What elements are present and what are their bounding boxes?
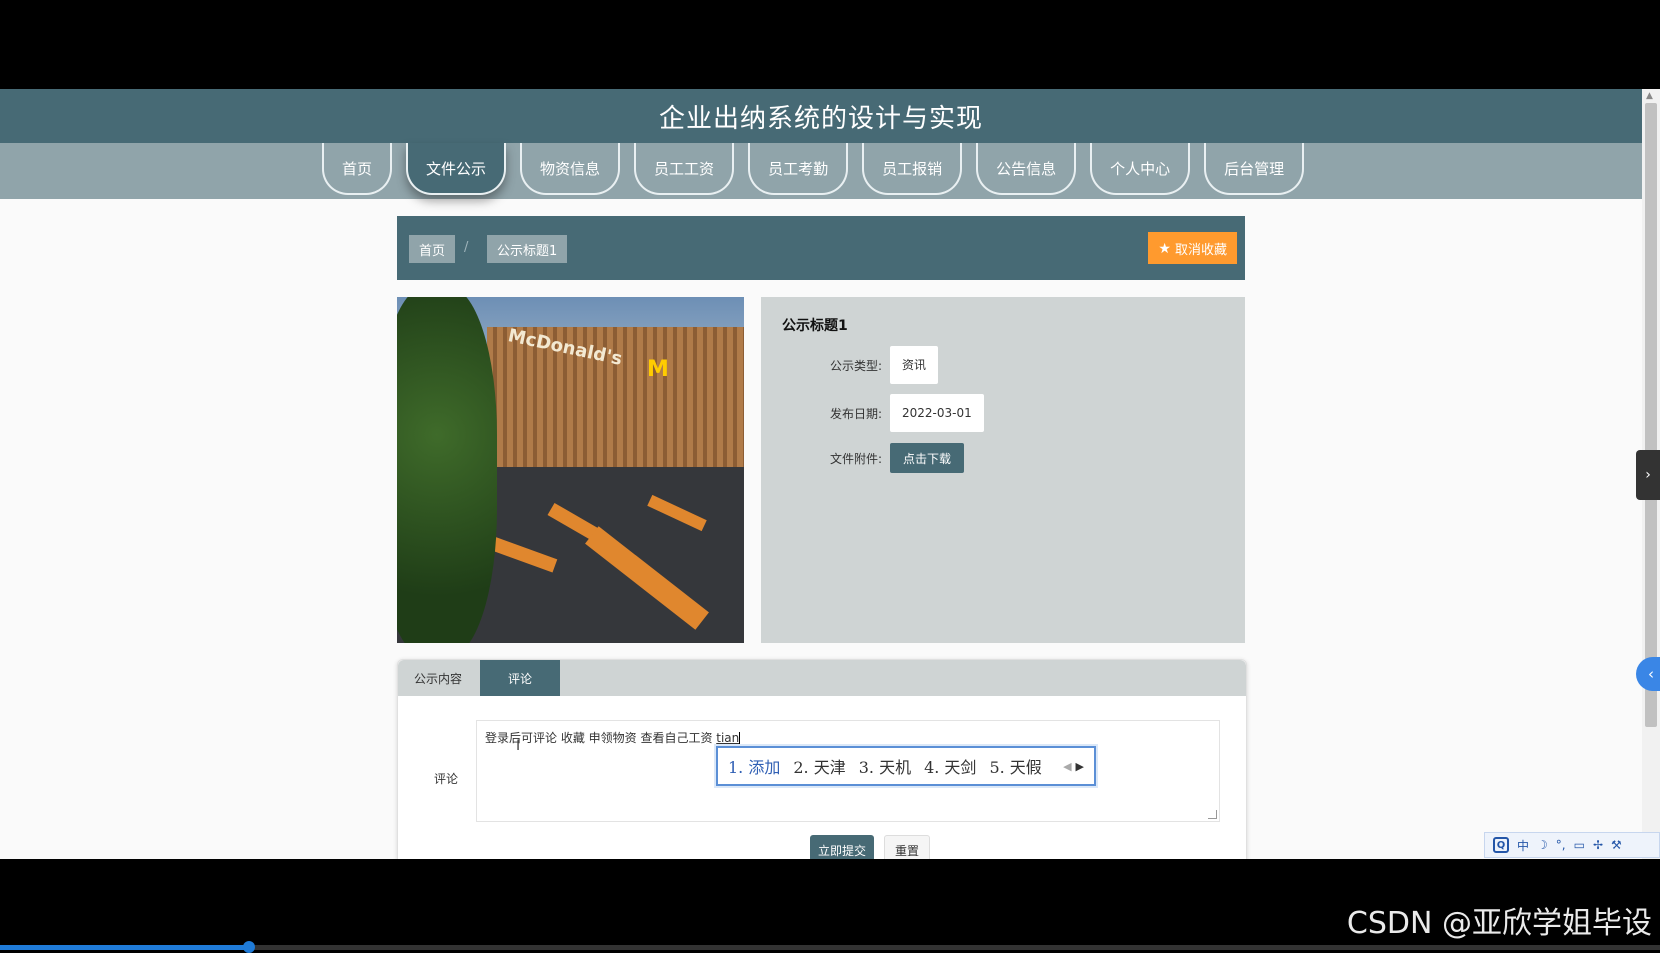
- notice-cover-image: McDonald's M: [397, 297, 744, 643]
- notice-info-panel: 公示标题1 公示类型: 资讯 发布日期: 2022-03-01 文件附件: 点击…: [761, 297, 1245, 643]
- resize-handle-icon[interactable]: [1208, 810, 1217, 819]
- site-header: 企业出纳系统的设计与实现: [0, 89, 1642, 143]
- scroll-up-arrow-icon[interactable]: ▲: [1646, 91, 1653, 101]
- ime-punctuation-icon[interactable]: °,: [1556, 838, 1566, 852]
- text-cursor-icon: I: [516, 738, 521, 754]
- ime-status-toolbar: Q 中 ☽ °, ▭ ✢ ⚒: [1484, 832, 1660, 858]
- nav-item-admin[interactable]: 后台管理: [1204, 143, 1305, 195]
- video-progress-fill: [0, 945, 249, 950]
- ime-fullwidth-icon[interactable]: ✢: [1593, 838, 1603, 852]
- date-value: 2022-03-01: [890, 394, 984, 432]
- photo-tree: [397, 297, 497, 643]
- breadcrumb: 首页 / 公示标题1 ★ 取消收藏: [397, 216, 1245, 280]
- ime-mode-label[interactable]: 中: [1517, 837, 1529, 854]
- site-title: 企业出纳系统的设计与实现: [658, 103, 983, 134]
- ime-candidate[interactable]: 2. 天津: [793, 754, 845, 778]
- tab-header: 公示内容 评论: [398, 660, 1246, 696]
- nav-item-personal-center[interactable]: 个人中心: [1090, 143, 1191, 195]
- info-row-date: 发布日期: 2022-03-01: [782, 394, 984, 432]
- nav-item-file-notice[interactable]: 文件公示: [406, 143, 507, 195]
- type-label: 公示类型:: [829, 358, 882, 373]
- attachment-label: 文件附件:: [829, 451, 882, 466]
- nav-item-salary[interactable]: 员工工资: [634, 143, 735, 195]
- breadcrumb-current: 公示标题1: [487, 235, 568, 263]
- ime-prev-page-icon[interactable]: ◀: [1063, 760, 1071, 773]
- nav-item-announcements[interactable]: 公告信息: [976, 143, 1077, 195]
- unfavorite-button[interactable]: ★ 取消收藏: [1148, 232, 1237, 264]
- ime-keyboard-icon[interactable]: ▭: [1574, 838, 1585, 852]
- download-button[interactable]: 点击下载: [890, 443, 965, 473]
- nav-item-materials[interactable]: 物资信息: [520, 143, 621, 195]
- star-icon: ★: [1158, 239, 1171, 256]
- tab-comments[interactable]: 评论: [480, 660, 560, 696]
- ime-moon-icon[interactable]: ☽: [1537, 838, 1548, 852]
- ime-candidate[interactable]: 3. 天机: [859, 754, 911, 778]
- ime-next-page-icon[interactable]: ▶: [1076, 760, 1084, 773]
- info-row-attachment: 文件附件: 点击下载: [782, 443, 965, 473]
- submit-comment-button[interactable]: 立即提交: [810, 835, 875, 859]
- ime-candidate[interactable]: 1. 添加: [728, 754, 780, 778]
- breadcrumb-home[interactable]: 首页: [409, 235, 456, 263]
- reset-button[interactable]: 重置: [884, 835, 931, 859]
- type-value: 资讯: [890, 346, 939, 384]
- ime-composition-text: tian: [716, 731, 740, 745]
- ime-page-arrows: ◀ ▶: [1063, 760, 1084, 773]
- browser-viewport: 企业出纳系统的设计与实现 首页 文件公示 物资信息 员工工资 员工考勤 员工报销…: [0, 89, 1660, 859]
- watermark-text: CSDN @亚欣学姐毕设: [1346, 906, 1652, 941]
- unfavorite-label: 取消收藏: [1174, 241, 1227, 257]
- comment-label: 评论: [434, 772, 459, 786]
- floating-chevron-left-icon[interactable]: ‹: [1636, 657, 1660, 691]
- nav-item-home[interactable]: 首页: [322, 143, 393, 195]
- ime-candidate[interactable]: 4. 天剑: [924, 754, 976, 778]
- ime-candidate[interactable]: 5. 天假: [989, 754, 1041, 778]
- ime-settings-wrench-icon[interactable]: ⚒: [1611, 838, 1622, 852]
- ime-logo-icon[interactable]: Q: [1493, 837, 1509, 853]
- info-row-type: 公示类型: 资讯: [782, 346, 939, 384]
- scrollbar-thumb[interactable]: [1645, 103, 1657, 727]
- text-caret: [739, 732, 741, 745]
- video-progress-bar[interactable]: [0, 941, 1660, 953]
- breadcrumb-separator: /: [464, 240, 469, 255]
- side-panel-toggle-chevron-right-icon[interactable]: ›: [1636, 450, 1660, 500]
- date-label: 发布日期:: [829, 406, 882, 421]
- main-nav: 首页 文件公示 物资信息 员工工资 员工考勤 员工报销 公告信息 个人中心 后台…: [0, 143, 1642, 199]
- photo-logo-text: M: [647, 357, 669, 382]
- video-progress-knob[interactable]: [243, 941, 255, 953]
- nav-list: 首页 文件公示 物资信息 员工工资 员工考勤 员工报销 公告信息 个人中心 后台…: [322, 143, 1305, 195]
- nav-item-attendance[interactable]: 员工考勤: [748, 143, 849, 195]
- tab-notice-content[interactable]: 公示内容: [398, 660, 480, 696]
- nav-item-reimbursement[interactable]: 员工报销: [862, 143, 963, 195]
- notice-title: 公示标题1: [782, 318, 848, 334]
- ime-candidate-window: 1. 添加 2. 天津 3. 天机 4. 天剑 5. 天假 ◀ ▶: [716, 746, 1096, 786]
